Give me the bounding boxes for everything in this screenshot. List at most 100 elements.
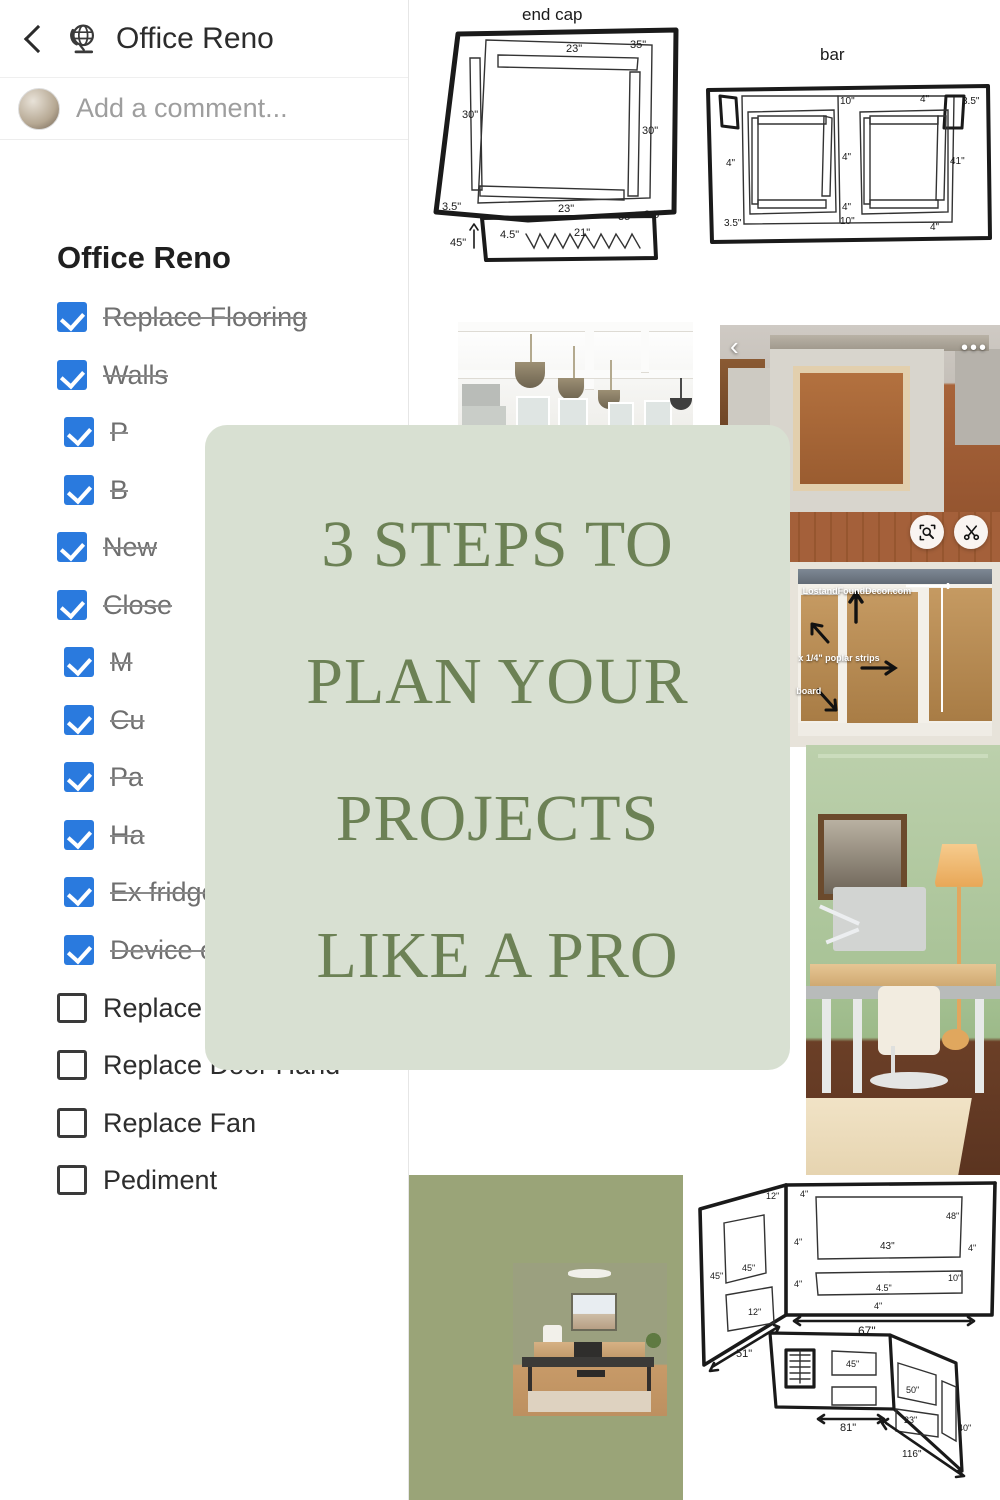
svg-text:43": 43" <box>880 1241 895 1252</box>
svg-text:116": 116" <box>902 1449 922 1460</box>
checkbox-checked-icon[interactable] <box>64 417 94 448</box>
checklist-item[interactable]: Walls <box>0 358 408 393</box>
svg-text:8.5": 8.5" <box>644 209 663 221</box>
checklist-item[interactable]: Replace Fan <box>0 1106 408 1141</box>
checkbox-checked-icon[interactable] <box>64 647 94 678</box>
svg-text:4": 4" <box>968 1243 976 1253</box>
photo-poplar-strips[interactable]: LostandFoundDecor.com x 1/4" poplar stri… <box>790 562 1000 747</box>
svg-text:30": 30" <box>642 125 658 137</box>
svg-text:12": 12" <box>766 1191 779 1201</box>
visual-search-icon[interactable] <box>910 515 944 549</box>
comment-input[interactable]: Add a comment... <box>76 93 288 124</box>
svg-text:4": 4" <box>794 1279 802 1289</box>
svg-text:23": 23" <box>904 1415 917 1425</box>
globe-icon <box>62 19 102 59</box>
checkbox-unchecked-icon[interactable] <box>57 1165 87 1196</box>
checklist-item[interactable]: Replace Flooring <box>0 300 408 335</box>
poplar-watermark: LostandFoundDecor.com <box>802 586 912 597</box>
app-header: Office Reno <box>0 0 408 78</box>
svg-text:23": 23" <box>566 43 582 55</box>
checklist-item-label: Walls <box>103 359 168 390</box>
svg-text:4": 4" <box>930 222 940 233</box>
page-title: Office Reno <box>116 21 274 55</box>
checklist-item[interactable]: Pediment <box>0 1163 408 1198</box>
checklist-item-label: Ha <box>110 819 145 850</box>
svg-text:35": 35" <box>618 211 634 223</box>
checkbox-unchecked-icon[interactable] <box>57 992 87 1023</box>
svg-text:3.5": 3.5" <box>724 218 742 229</box>
checklist-item-label: Close <box>103 589 173 620</box>
photo-pendant-lights[interactable] <box>458 322 693 430</box>
avatar <box>18 87 60 130</box>
svg-text:67": 67" <box>858 1324 876 1338</box>
checkbox-checked-icon[interactable] <box>64 935 94 966</box>
checkbox-checked-icon[interactable] <box>64 474 94 505</box>
svg-text:45": 45" <box>710 1271 723 1281</box>
comment-row[interactable]: Add a comment... <box>0 78 408 140</box>
svg-text:21": 21" <box>574 227 590 239</box>
poplar-scene: LostandFoundDecor.com x 1/4" poplar stri… <box>790 562 1000 747</box>
svg-text:10": 10" <box>948 1273 961 1283</box>
promo-line-1: 3 STEPS TO <box>321 508 674 582</box>
inner-office-render <box>512 1262 667 1416</box>
checkbox-checked-icon[interactable] <box>64 819 94 850</box>
promo-line-2: PLAN YOUR <box>306 645 689 719</box>
checklist-item-label: P <box>110 417 129 448</box>
checkbox-checked-icon[interactable] <box>57 589 87 620</box>
checkbox-unchecked-icon[interactable] <box>57 1050 87 1081</box>
svg-text:4": 4" <box>800 1189 808 1199</box>
svg-text:45": 45" <box>846 1359 859 1369</box>
checkbox-checked-icon[interactable] <box>64 877 94 908</box>
checkbox-unchecked-icon[interactable] <box>57 1107 87 1138</box>
sketch-wall-plan[interactable]: 12" 4" 48" 43" 4.5" 10" 4" 4" 4" 45" 45"… <box>690 1175 1000 1500</box>
svg-text:45": 45" <box>742 1263 755 1273</box>
svg-text:4": 4" <box>842 152 852 163</box>
poplar-note-1: x 1/4" poplar strips <box>798 652 880 663</box>
checklist-item-label: Pediment <box>103 1165 218 1196</box>
checkbox-checked-icon[interactable] <box>57 532 87 563</box>
svg-text:81": 81" <box>840 1422 856 1434</box>
checkbox-checked-icon[interactable] <box>64 704 94 735</box>
svg-text:10": 10" <box>840 216 855 227</box>
svg-text:4.5": 4.5" <box>876 1283 892 1293</box>
sketch-end-cap[interactable]: end cap 23" 35" 30" 30" 3.5" 23" 35" 8.5… <box>418 0 704 290</box>
green-office-scene <box>806 745 1000 1175</box>
svg-text:50": 50" <box>906 1385 919 1395</box>
svg-text:35": 35" <box>630 39 646 51</box>
sketch-bar-title: bar <box>820 45 845 64</box>
checklist-item-label: Replace Fan <box>103 1107 257 1138</box>
checklist-item-label: B <box>110 474 129 505</box>
svg-text:51": 51" <box>736 1348 752 1360</box>
checklist-item-label: New <box>103 532 158 563</box>
scissors-glyph <box>963 524 979 540</box>
back-chevron-icon[interactable] <box>16 22 50 56</box>
promo-line-3: PROJECTS <box>335 781 660 855</box>
more-options-icon[interactable]: ••• <box>961 337 988 360</box>
checklist-item-label: Pa <box>110 762 144 793</box>
checklist-item-label: Cu <box>110 704 145 735</box>
svg-text:4": 4" <box>794 1237 802 1247</box>
svg-text:4.5": 4.5" <box>500 229 519 241</box>
promo-line-4: LIKE A PRO <box>316 918 679 992</box>
checklist-title: Office Reno <box>57 240 231 275</box>
checkbox-checked-icon[interactable] <box>57 302 87 332</box>
svg-text:12": 12" <box>748 1307 761 1317</box>
sketch-bar[interactable]: bar 10" 4" 3.5" 4" 4" 41" 4" 3.5" 10" 4" <box>698 0 1000 285</box>
scissors-icon[interactable] <box>954 515 988 549</box>
checklist-item-label: Replace Flooring <box>103 302 308 332</box>
svg-text:30": 30" <box>462 109 478 121</box>
screenshot-root: end cap 23" 35" 30" 30" 3.5" 23" 35" 8.5… <box>0 0 1000 1500</box>
sketch-end-cap-title: end cap <box>522 5 583 24</box>
svg-text:4": 4" <box>842 202 852 213</box>
svg-text:23": 23" <box>558 203 574 215</box>
poplar-note-2: board <box>796 685 822 696</box>
back-chevron-icon[interactable]: ‹ <box>730 333 754 359</box>
lens-glyph <box>919 524 935 540</box>
svg-text:3.5": 3.5" <box>442 201 461 213</box>
kitchen-scene <box>458 322 693 430</box>
checkbox-checked-icon[interactable] <box>57 359 87 390</box>
svg-text:41": 41" <box>950 156 965 167</box>
photo-green-office[interactable] <box>806 745 1000 1175</box>
checkbox-checked-icon[interactable] <box>64 762 94 793</box>
photo-olive-office-render[interactable] <box>408 1175 683 1500</box>
